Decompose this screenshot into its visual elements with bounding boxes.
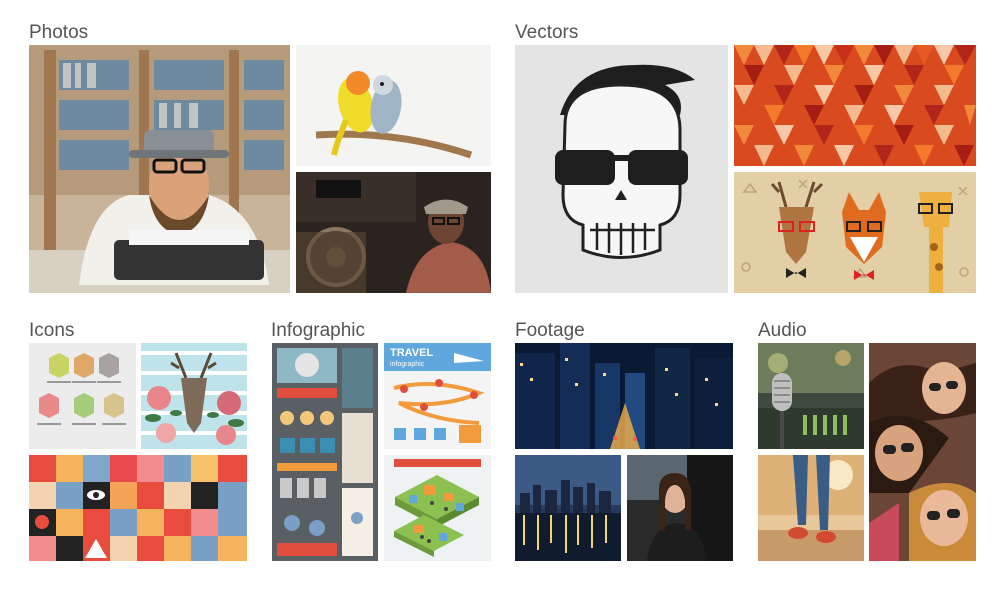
footage-skyline-water-thumbnail[interactable] (515, 455, 621, 561)
icons-floral-deer-thumbnail[interactable] (141, 343, 247, 449)
icons-category-title[interactable]: Icons (29, 320, 74, 342)
audio-women-selfie-thumbnail[interactable] (869, 343, 976, 561)
photo-man-cafe-thumbnail[interactable] (296, 172, 491, 293)
footage-woman-car-thumbnail[interactable] (627, 455, 733, 561)
audio-dancing-feet-thumbnail[interactable] (758, 455, 864, 561)
vector-triangle-pattern-thumbnail[interactable] (734, 45, 976, 166)
vector-hipster-skull-thumbnail[interactable] (515, 45, 728, 293)
icons-geometric-pattern-thumbnail[interactable] (29, 455, 247, 561)
infographic-travel-thumbnail[interactable]: TRAVEL infographic (384, 343, 491, 449)
footage-category-title[interactable]: Footage (515, 320, 585, 342)
footage-city-night-thumbnail[interactable] (515, 343, 733, 449)
vector-hipster-animals-thumbnail[interactable] (734, 172, 976, 293)
photos-category-title[interactable]: Photos (29, 22, 88, 44)
infographic-tall-thumbnail[interactable] (272, 343, 378, 561)
vectors-category-title[interactable]: Vectors (515, 22, 578, 44)
travel-sublabel: infographic (390, 361, 425, 368)
audio-category-title[interactable]: Audio (758, 320, 807, 342)
audio-microphone-studio-thumbnail[interactable] (758, 343, 864, 449)
travel-label: TRAVEL (390, 347, 433, 359)
infographic-isometric-thumbnail[interactable] (384, 455, 491, 561)
icons-hexagon-set-thumbnail[interactable] (29, 343, 136, 449)
photo-man-typewriter-thumbnail[interactable] (29, 45, 290, 293)
infographic-category-title[interactable]: Infographic (271, 320, 365, 342)
photo-parrots-thumbnail[interactable] (296, 45, 491, 166)
